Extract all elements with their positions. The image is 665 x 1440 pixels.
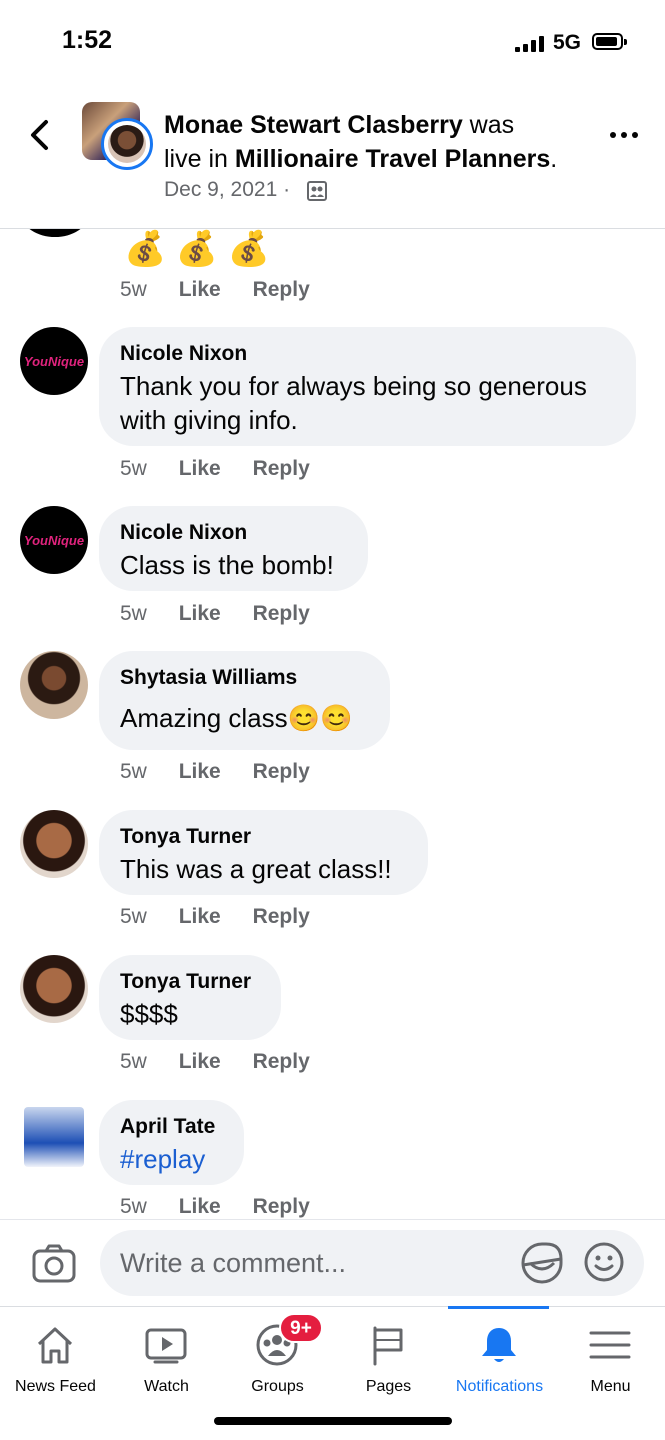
hamburger-icon [589, 1331, 631, 1359]
reply-link[interactable]: Reply [253, 1195, 310, 1218]
tab-label: Groups [251, 1378, 304, 1395]
commenter-name[interactable]: Tonya Turner [120, 823, 251, 851]
network-label: 5G [553, 31, 582, 54]
flag-icon [373, 1326, 403, 1366]
money-bag-emoji-row: 💰 💰 💰 [124, 230, 270, 268]
tab-menu[interactable]: Menu [555, 1306, 665, 1406]
comment-time: 5w [120, 602, 147, 625]
home-indicator[interactable] [214, 1417, 452, 1425]
comment-time: 5w [120, 1195, 147, 1218]
composer-divider [0, 1219, 665, 1220]
tab-label: Watch [144, 1378, 189, 1395]
back-arrow-icon[interactable] [26, 118, 56, 152]
bell-icon [482, 1328, 516, 1362]
avatar[interactable]: YouNique [20, 506, 88, 574]
video-icon [145, 1328, 187, 1364]
like-link[interactable]: Like [179, 278, 221, 301]
signal-icon [515, 36, 545, 52]
battery-icon [592, 33, 627, 50]
commenter-name[interactable]: April Tate [120, 1113, 215, 1141]
like-link[interactable]: Like [179, 1050, 221, 1073]
tab-pages[interactable]: Pages [333, 1306, 444, 1406]
sticker-icon[interactable] [520, 1241, 564, 1285]
group-name[interactable]: Millionaire Travel Planners [235, 145, 550, 173]
hashtag-link[interactable]: #replay [120, 1142, 205, 1176]
comment-actions: 5w Like Reply [120, 1195, 310, 1219]
group-audience-icon [307, 181, 327, 201]
more-options-icon[interactable] [608, 124, 640, 144]
comments-list[interactable]: 💰 💰 💰 5w Like Reply YouNique Nicole Nixo… [0, 229, 665, 1219]
reply-link[interactable]: Reply [253, 760, 310, 783]
tab-label: Notifications [455, 1378, 544, 1395]
comment-actions: 5w Like Reply [120, 278, 310, 302]
comment-actions: 5w Like Reply [120, 760, 310, 784]
comment-text: Thank you for always being so generous w… [120, 371, 587, 435]
comment-actions: 5w Like Reply [120, 457, 310, 481]
like-link[interactable]: Like [179, 760, 221, 783]
comment-time: 5w [120, 278, 147, 301]
avatar[interactable] [20, 651, 88, 719]
comment-actions: 5w Like Reply [120, 905, 310, 929]
like-link[interactable]: Like [179, 1195, 221, 1218]
commenter-name[interactable]: Nicole Nixon [120, 519, 247, 547]
comment-input-placeholder[interactable]: Write a comment... [120, 1248, 346, 1279]
groups-notification-badge: 9+ [279, 1313, 323, 1343]
status-time: 1:52 [62, 26, 113, 54]
tab-label: Menu [590, 1378, 631, 1395]
commenter-name[interactable]: Tonya Turner [120, 968, 251, 996]
avatar[interactable] [24, 1107, 84, 1167]
author-avatar[interactable] [101, 118, 153, 170]
reply-link[interactable]: Reply [253, 278, 310, 301]
like-link[interactable]: Like [179, 905, 221, 928]
reply-link[interactable]: Reply [253, 457, 310, 480]
comment-time: 5w [120, 1050, 147, 1073]
comment-text: This was a great class!! [120, 854, 392, 884]
comment-time: 5w [120, 457, 147, 480]
comment-actions: 5w Like Reply [120, 1050, 310, 1074]
tab-news-feed[interactable]: News Feed [0, 1306, 111, 1406]
avatar[interactable] [22, 229, 88, 237]
avatar[interactable] [20, 810, 88, 878]
commenter-name[interactable]: Nicole Nixon [120, 340, 247, 368]
comment-text: $$$$ [120, 999, 178, 1029]
like-link[interactable]: Like [179, 602, 221, 625]
tab-notifications[interactable]: Notifications [444, 1306, 555, 1406]
reply-link[interactable]: Reply [253, 1050, 310, 1073]
tab-label: News Feed [15, 1378, 96, 1395]
comment-text: Amazing class😊😊 [120, 703, 353, 733]
reply-link[interactable]: Reply [253, 602, 310, 625]
commenter-name[interactable]: Shytasia Williams [120, 664, 297, 692]
post-header-line2: live in Millionaire Travel Planners. [164, 145, 558, 173]
post-header-line1: Monae Stewart Clasberry was [164, 111, 515, 139]
avatar[interactable]: YouNique [20, 327, 88, 395]
home-icon [37, 1327, 73, 1364]
avatar[interactable] [20, 955, 88, 1023]
emoji-icon[interactable] [583, 1241, 625, 1283]
author-name[interactable]: Monae Stewart Clasberry [164, 111, 463, 139]
comment-time: 5w [120, 905, 147, 928]
reply-link[interactable]: Reply [253, 905, 310, 928]
like-link[interactable]: Like [179, 457, 221, 480]
comment-actions: 5w Like Reply [120, 602, 310, 626]
camera-icon[interactable] [32, 1243, 76, 1283]
comment-time: 5w [120, 760, 147, 783]
comment-text: Class is the bomb! [120, 550, 334, 580]
post-date: Dec 9, 2021 · [164, 178, 291, 201]
tab-watch[interactable]: Watch [111, 1306, 222, 1406]
tab-label: Pages [365, 1378, 412, 1395]
